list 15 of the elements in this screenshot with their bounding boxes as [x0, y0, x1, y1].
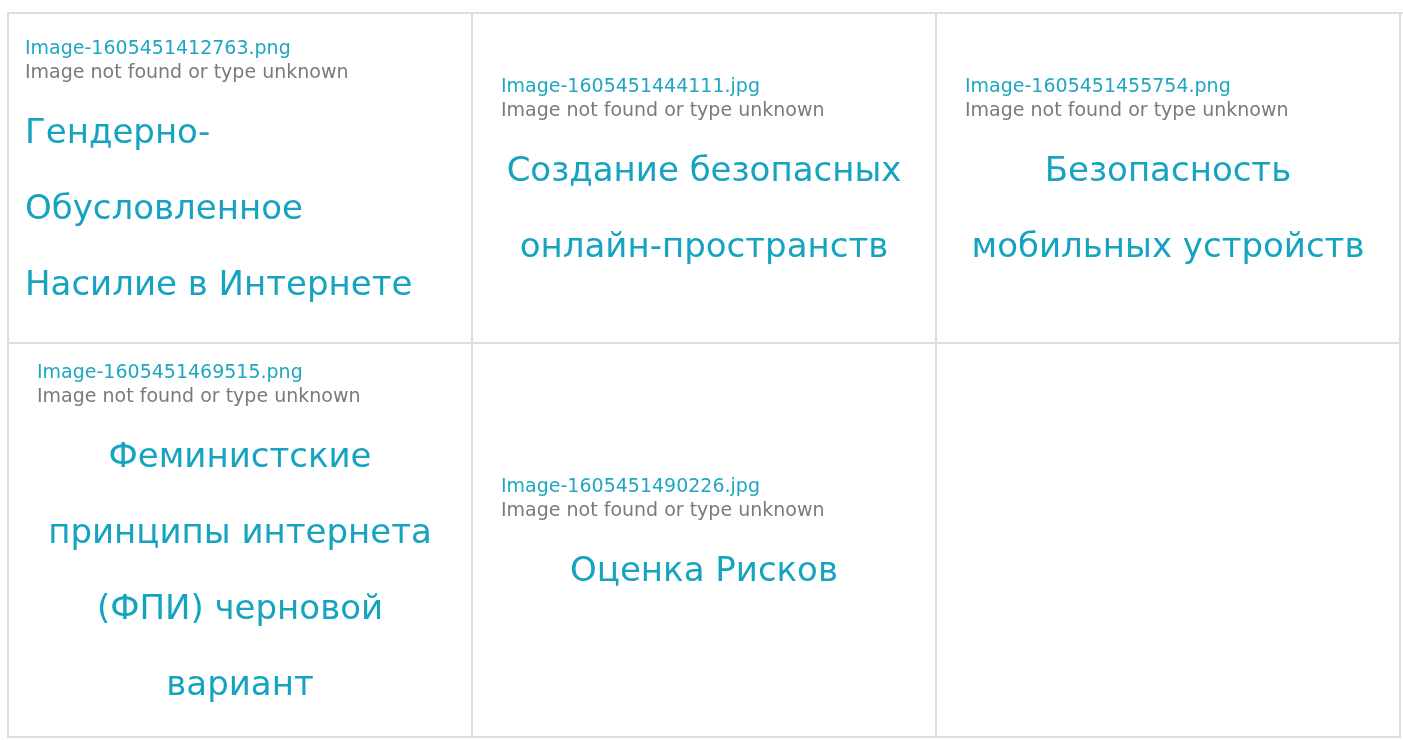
card-title-link[interactable]: Безопасность мобильных устройств [951, 131, 1385, 283]
card-title-link[interactable]: Оценка Рисков [570, 531, 838, 607]
card-title-link[interactable]: Создание безопасных онлайн-пространств [487, 131, 921, 283]
card-title-link[interactable]: Феминистские принципы интернета (ФПИ) черновой вариант [23, 417, 457, 721]
image-error-message: Image not found or type unknown [37, 383, 361, 407]
image-filename-link[interactable]: Image-1605451412763.png [25, 35, 291, 59]
image-filename-link[interactable]: Image-1605451444111.jpg [501, 73, 760, 97]
image-filename-link[interactable]: Image-1605451455754.png [965, 73, 1231, 97]
image-error-message: Image not found or type unknown [501, 497, 825, 521]
card-title-link[interactable]: Гендерно-Обусловленное Насилие в Интернете [23, 93, 457, 321]
image-filename-link[interactable]: Image-1605451469515.png [37, 359, 303, 383]
image-error-message: Image not found or type unknown [25, 59, 349, 83]
image-error-message: Image not found or type unknown [501, 97, 825, 121]
image-error-message: Image not found or type unknown [965, 97, 1289, 121]
image-filename-link[interactable]: Image-1605451490226.jpg [501, 473, 760, 497]
